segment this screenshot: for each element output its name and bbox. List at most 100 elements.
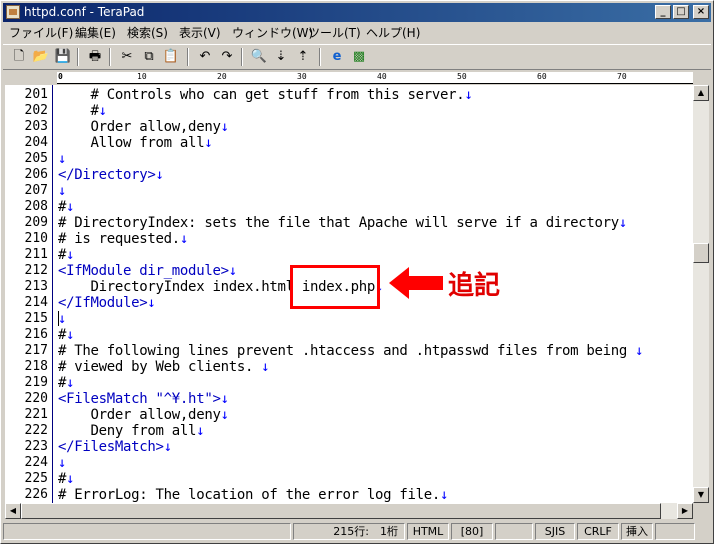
line-number: 210 bbox=[24, 231, 48, 246]
code-line[interactable]: # viewed by Web clients. ↓ bbox=[58, 359, 270, 375]
vertical-scrollbar[interactable]: ▲ ▼ bbox=[693, 85, 709, 503]
menu-search[interactable]: 検索(S) bbox=[127, 24, 168, 41]
code-line[interactable]: # Controls who can get stuff from this s… bbox=[58, 87, 473, 103]
paste-icon[interactable]: 📋 bbox=[161, 48, 181, 66]
minimize-button[interactable]: _ bbox=[655, 5, 671, 19]
code-line[interactable]: <IfModule dir_module>↓ bbox=[58, 263, 237, 279]
code-line[interactable]: </Directory>↓ bbox=[58, 167, 164, 183]
code-line[interactable]: Allow from all↓ bbox=[58, 135, 213, 151]
code-line-text: Allow from all bbox=[58, 135, 205, 151]
code-line[interactable]: <FilesMatch "^¥.ht">↓ bbox=[58, 391, 229, 407]
code-line-text: # ErrorLog: The location of the error lo… bbox=[58, 487, 441, 503]
code-line[interactable]: # DirectoryIndex: sets the file that Apa… bbox=[58, 215, 627, 231]
horizontal-scroll-thumb[interactable] bbox=[21, 503, 661, 519]
code-line[interactable]: # ErrorLog: The location of the error lo… bbox=[58, 487, 449, 503]
line-end-mark: ↓ bbox=[220, 119, 229, 135]
code-line-text: # bbox=[58, 471, 67, 487]
app-icon[interactable] bbox=[6, 5, 20, 19]
save-icon[interactable]: 💾 bbox=[53, 48, 73, 66]
code-line[interactable]: # is requested.↓ bbox=[58, 231, 188, 247]
ruler-mark: 30 bbox=[297, 72, 307, 81]
line-end-mark: ↓ bbox=[66, 199, 75, 215]
browser-icon[interactable]: e bbox=[327, 48, 347, 66]
find-icon[interactable]: 🔍 bbox=[249, 48, 269, 66]
new-file-icon[interactable]: 🗋 bbox=[9, 48, 29, 66]
code-line-text: # bbox=[58, 199, 67, 215]
menu-window[interactable]: ウィンドウ(W) bbox=[232, 24, 313, 41]
menu-file[interactable]: ファイル(F) bbox=[9, 24, 73, 41]
scroll-up-button[interactable]: ▲ bbox=[693, 85, 709, 101]
code-line[interactable]: #↓ bbox=[58, 327, 75, 343]
maximize-button[interactable]: □ bbox=[673, 5, 689, 19]
terapad-window: httpd.conf - TeraPad _ □ × ファイル(F) 編集(E)… bbox=[0, 0, 714, 544]
status-blank bbox=[655, 523, 695, 540]
cut-icon[interactable]: ✂ bbox=[117, 48, 137, 66]
toolbar-separator bbox=[109, 48, 111, 66]
scroll-right-button[interactable]: ▶ bbox=[677, 503, 693, 519]
line-number: 209 bbox=[24, 215, 48, 230]
status-mode: HTML bbox=[407, 523, 449, 540]
ruler-mark: 40 bbox=[377, 72, 387, 81]
menu-help[interactable]: ヘルプ(H) bbox=[366, 24, 420, 41]
line-end-mark: ↓ bbox=[66, 375, 75, 391]
code-line-text: Deny from all bbox=[58, 423, 197, 439]
line-end-mark: ↓ bbox=[179, 231, 189, 247]
line-number: 218 bbox=[24, 359, 48, 374]
menu-edit[interactable]: 編集(E) bbox=[75, 24, 116, 41]
line-number: 201 bbox=[24, 87, 48, 102]
title-bar[interactable]: httpd.conf - TeraPad _ □ × bbox=[3, 3, 711, 22]
line-end-mark: ↓ bbox=[635, 343, 644, 359]
scroll-down-button[interactable]: ▼ bbox=[693, 487, 709, 503]
ruler-corner bbox=[5, 72, 57, 84]
code-line[interactable]: ↓ bbox=[58, 311, 66, 327]
toolbar-separator bbox=[241, 48, 243, 66]
menu-tools[interactable]: ツール(T) bbox=[308, 24, 361, 41]
line-number: 214 bbox=[24, 295, 48, 310]
undo-icon[interactable]: ↶ bbox=[195, 48, 215, 66]
line-end-mark: ↓ bbox=[58, 311, 67, 327]
code-line-text: # bbox=[58, 375, 67, 391]
print-icon[interactable]: 🖶 bbox=[85, 48, 105, 66]
code-line[interactable]: Order allow,deny↓ bbox=[58, 119, 230, 135]
vertical-scroll-thumb[interactable] bbox=[693, 243, 709, 263]
code-line[interactable]: Deny from all↓ bbox=[58, 423, 205, 439]
find-prev-icon[interactable]: ⇡ bbox=[293, 48, 313, 66]
line-end-mark: ↓ bbox=[155, 167, 164, 183]
scroll-left-button[interactable]: ◀ bbox=[5, 503, 21, 519]
code-line-text: # DirectoryIndex: sets the file that Apa… bbox=[58, 215, 619, 231]
code-line[interactable]: #↓ bbox=[58, 375, 75, 391]
code-line[interactable]: # The following lines prevent .htaccess … bbox=[58, 343, 644, 359]
code-line[interactable]: #↓ bbox=[58, 471, 75, 487]
code-line-text: # bbox=[58, 327, 67, 343]
close-button[interactable]: × bbox=[693, 5, 709, 19]
line-number: 226 bbox=[24, 487, 48, 502]
line-number: 223 bbox=[24, 439, 48, 454]
copy-icon[interactable]: ⧉ bbox=[139, 48, 159, 66]
horizontal-scrollbar[interactable]: ◀ ▶ bbox=[5, 503, 693, 519]
code-line[interactable]: </IfModule>↓ bbox=[58, 295, 156, 311]
ruler: 0 10 20 30 40 50 60 70 bbox=[57, 72, 693, 84]
line-number: 203 bbox=[24, 119, 48, 134]
code-line[interactable]: ↓ bbox=[58, 183, 66, 199]
code-line-text: # bbox=[58, 247, 67, 263]
line-number: 204 bbox=[24, 135, 48, 150]
ruler-mark: 10 bbox=[137, 72, 147, 81]
code-line[interactable]: </FilesMatch>↓ bbox=[58, 439, 172, 455]
find-next-icon[interactable]: ⇣ bbox=[271, 48, 291, 66]
code-line[interactable]: #↓ bbox=[58, 199, 75, 215]
arrow-icon bbox=[389, 267, 443, 299]
tool-icon[interactable]: ▩ bbox=[349, 48, 369, 66]
line-number: 206 bbox=[24, 167, 48, 182]
status-position: 215行: 1桁 bbox=[293, 523, 405, 540]
menu-view[interactable]: 表示(V) bbox=[179, 24, 221, 41]
open-folder-icon[interactable]: 📂 bbox=[31, 48, 51, 66]
line-end-mark: ↓ bbox=[440, 487, 449, 503]
line-number-gutter: 201 202 203 204 205 206 207 208 209 210 211 212 213 2… bbox=[5, 85, 53, 503]
code-line[interactable]: ↓ bbox=[58, 455, 66, 471]
code-line[interactable]: Order allow,deny↓ bbox=[58, 407, 230, 423]
line-end-mark: ↓ bbox=[66, 471, 75, 487]
redo-icon[interactable]: ↷ bbox=[217, 48, 237, 66]
code-line[interactable]: ↓ bbox=[58, 151, 66, 167]
code-line[interactable]: #↓ bbox=[58, 247, 75, 263]
code-line[interactable]: #↓ bbox=[58, 103, 108, 119]
